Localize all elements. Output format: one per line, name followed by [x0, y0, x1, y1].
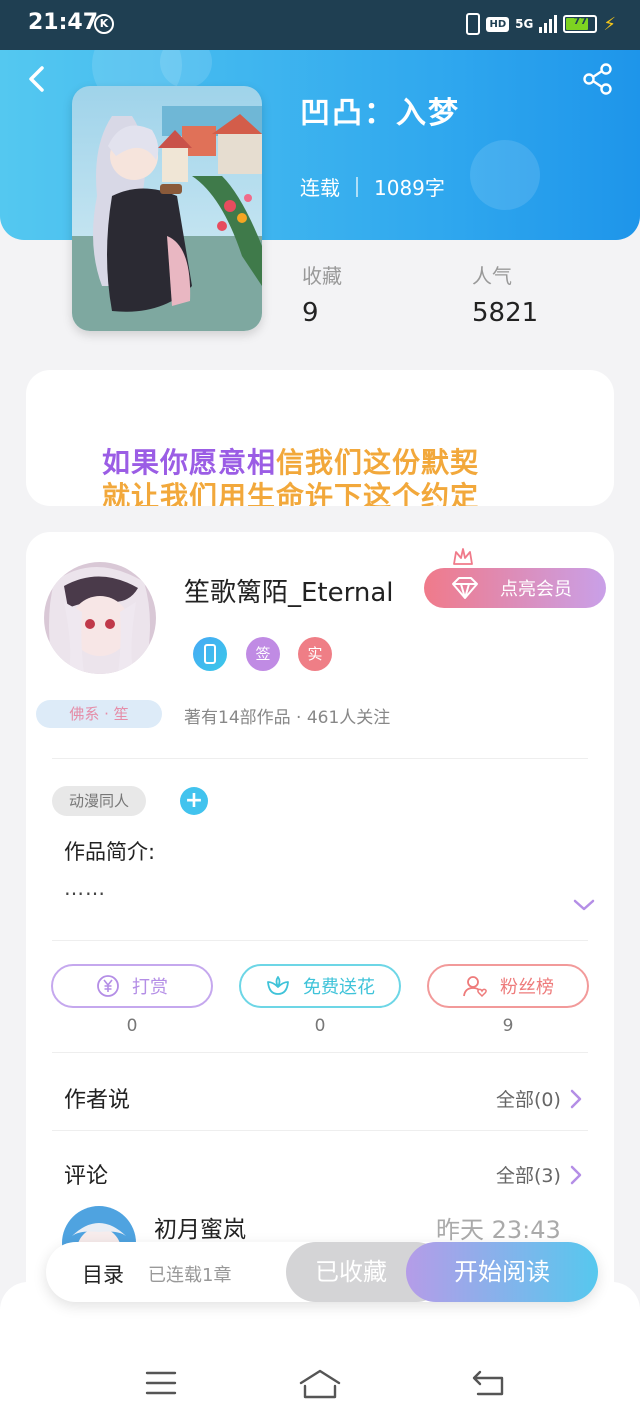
start-reading-button[interactable]: 开始阅读	[406, 1242, 598, 1302]
book-cover[interactable]	[72, 86, 262, 331]
intro-text: ……	[64, 876, 106, 900]
add-tag-button[interactable]: +	[180, 787, 208, 815]
divider	[52, 1130, 588, 1131]
vip-label: 点亮会员	[500, 579, 572, 600]
flower-button[interactable]: 免费送花	[239, 964, 401, 1008]
network-label: 5G	[515, 17, 534, 31]
battery-icon: 77	[563, 15, 598, 33]
signed-badge: 签	[246, 637, 280, 671]
flower-label: 免费送花	[303, 977, 375, 998]
favorites-label: 收藏	[302, 264, 342, 288]
crown-icon	[453, 548, 473, 565]
comment-time: 昨天 23:43	[436, 1216, 561, 1244]
status-bar: 21:47 K HD 5G 77 ⚡	[0, 0, 640, 50]
author-says-more[interactable]: 全部(0)	[496, 1085, 583, 1112]
book-status-row: 连载 1089字	[300, 172, 445, 201]
commenter-name[interactable]: 初月蜜岚	[154, 1210, 246, 1244]
fans-rank-label: 粉丝榜	[500, 977, 554, 998]
tip-label: 打赏	[132, 977, 168, 998]
home-icon[interactable]	[298, 1368, 342, 1400]
quote-line1a: 如果你愿意相	[102, 446, 277, 479]
tip-count: 0	[126, 1016, 138, 1036]
popularity-value: 5821	[472, 298, 539, 328]
verified-badge: 实	[298, 637, 332, 671]
toc-button[interactable]: 目录	[82, 1259, 124, 1289]
book-title: 凹凸：入梦	[300, 96, 460, 131]
book-cover-illustration	[72, 86, 262, 331]
k-icon: K	[94, 14, 114, 34]
fans-count: 9	[502, 1016, 514, 1036]
author-says-count: 全部(0)	[496, 1089, 561, 1111]
comments-more[interactable]: 全部(3)	[496, 1161, 583, 1188]
author-meta: 著有14部作品 · 461人关注	[184, 708, 391, 728]
favorites-value: 9	[302, 298, 319, 328]
word-count: 1089字	[374, 176, 445, 200]
quote-banner: 如果你愿意相信我们这份默契 就让我们用生命许下这个约定	[26, 370, 614, 506]
charging-icon: ⚡	[603, 13, 616, 35]
chevron-right-icon	[570, 1089, 582, 1108]
tip-button[interactable]: 打赏	[51, 964, 213, 1008]
flower-icon	[267, 976, 289, 995]
serial-status: 连载	[300, 176, 340, 200]
author-title-tag: 佛系 · 笙	[36, 700, 162, 728]
status-time: 21:47	[28, 10, 99, 35]
status-icons: HD 5G 77 ⚡	[466, 13, 616, 35]
vibrate-icon	[466, 13, 481, 35]
divider	[52, 1052, 588, 1053]
flower-count: 0	[314, 1016, 326, 1036]
comments-count: 全部(3)	[496, 1165, 561, 1187]
author-says-title: 作者说	[64, 1088, 131, 1113]
toc-chapter-count: 已连载1章	[148, 1265, 232, 1286]
quote-text: 如果你愿意相信我们这份默契 就让我们用生命许下这个约定	[102, 446, 479, 506]
yuan-icon	[97, 975, 119, 997]
fans-rank-button[interactable]: 粉丝榜	[427, 964, 589, 1008]
return-icon[interactable]	[470, 1368, 506, 1398]
divider	[52, 758, 588, 759]
chevron-down-icon[interactable]	[572, 896, 596, 914]
fans-icon	[463, 976, 487, 998]
chevron-right-icon	[570, 1165, 582, 1184]
quote-line1b: 信我们这份默契	[276, 446, 480, 479]
comments-title: 评论	[64, 1164, 109, 1189]
signal-icon	[539, 15, 558, 33]
divider	[52, 940, 588, 941]
quote-line2: 就让我们用生命许下这个约定	[102, 480, 480, 506]
popularity-label: 人气	[472, 264, 512, 288]
diamond-icon	[452, 577, 478, 599]
share-button[interactable]	[582, 62, 614, 96]
share-icon	[583, 63, 612, 95]
menu-icon[interactable]	[144, 1368, 178, 1398]
back-button[interactable]	[22, 62, 52, 96]
intro-label: 作品简介:	[64, 840, 156, 864]
genre-tag[interactable]: 动漫同人	[52, 786, 146, 816]
back-icon	[29, 66, 44, 92]
author-avatar-image	[44, 562, 156, 674]
hd-icon: HD	[486, 16, 510, 32]
author-name[interactable]: 笙歌篱陌_Eternal	[184, 572, 394, 609]
system-nav-bar	[0, 1282, 640, 1422]
author-avatar[interactable]	[44, 562, 156, 674]
phone-badge-icon	[193, 637, 227, 671]
vip-button[interactable]: 点亮会员	[424, 568, 606, 608]
battery-level: 77	[573, 16, 588, 27]
